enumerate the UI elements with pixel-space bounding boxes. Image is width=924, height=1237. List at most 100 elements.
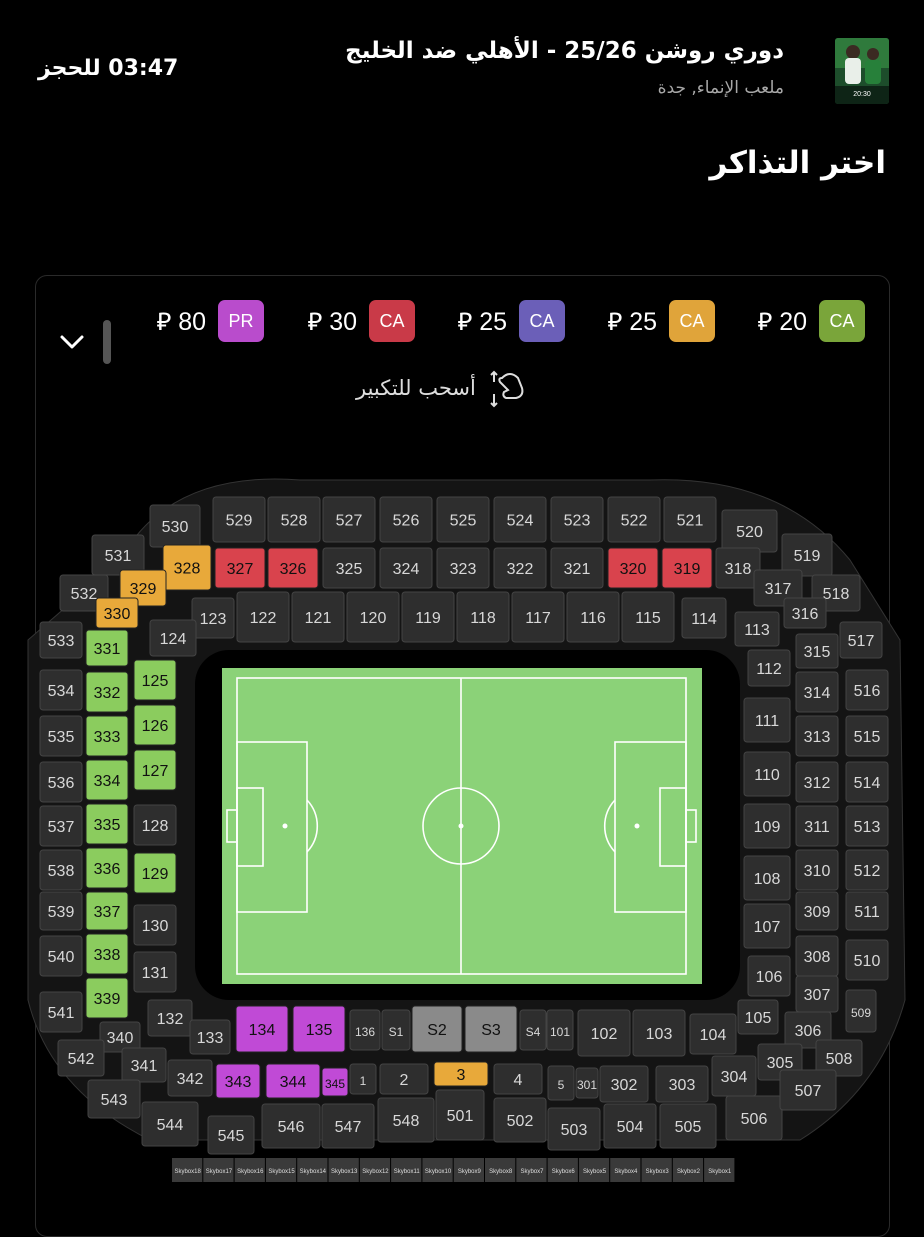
skybox-13[interactable]: Skybox13 — [328, 1158, 359, 1182]
section-135[interactable]: 135 — [292, 1005, 346, 1053]
section-label: 528 — [281, 513, 308, 530]
section-345[interactable]: 345 — [321, 1067, 349, 1097]
skybox-4[interactable]: Skybox4 — [610, 1158, 641, 1182]
section-542: 542 — [57, 1039, 105, 1077]
section-301: 301 — [575, 1067, 599, 1099]
section-335[interactable]: 335 — [85, 803, 129, 845]
section-label: 105 — [745, 1010, 772, 1027]
skybox-7[interactable]: Skybox7 — [516, 1158, 547, 1182]
section-512: 512 — [845, 849, 889, 891]
section-label: 336 — [94, 861, 121, 878]
section-label: 514 — [854, 775, 881, 792]
section-126[interactable]: 126 — [133, 704, 177, 746]
section-504: 504 — [603, 1103, 657, 1149]
skybox-1[interactable]: Skybox1 — [704, 1158, 735, 1182]
skybox-3[interactable]: Skybox3 — [641, 1158, 672, 1182]
skybox-11[interactable]: Skybox11 — [391, 1158, 422, 1182]
skybox-17[interactable]: Skybox17 — [203, 1158, 234, 1182]
section-label: 519 — [794, 548, 821, 565]
section-label: 546 — [278, 1119, 305, 1136]
skybox-label: Skybox5 — [583, 1169, 607, 1175]
section-label: 316 — [792, 606, 819, 623]
section-122: 122 — [236, 591, 290, 643]
section-label: 118 — [470, 610, 496, 627]
section-label: 342 — [177, 1071, 204, 1088]
section-label: 123 — [200, 611, 227, 628]
section-111: 111 — [743, 697, 791, 743]
section-320[interactable]: 320 — [607, 547, 659, 589]
section-510: 510 — [845, 939, 889, 981]
section-339[interactable]: 339 — [85, 977, 129, 1019]
section-337[interactable]: 337 — [85, 891, 129, 931]
section-326[interactable]: 326 — [267, 547, 319, 589]
skybox-9[interactable]: Skybox9 — [453, 1158, 484, 1182]
section-129[interactable]: 129 — [133, 852, 177, 894]
skybox-label: Skybox9 — [458, 1169, 482, 1175]
section-label: 340 — [107, 1030, 134, 1047]
section-319[interactable]: 319 — [661, 547, 713, 589]
section-330[interactable]: 330 — [95, 597, 139, 629]
section-label: 113 — [744, 622, 770, 639]
section-S1: S1 — [381, 1009, 411, 1051]
section-336[interactable]: 336 — [85, 847, 129, 889]
skybox-15[interactable]: Skybox15 — [265, 1158, 297, 1182]
section-127[interactable]: 127 — [133, 749, 177, 791]
skybox-5[interactable]: Skybox5 — [578, 1158, 610, 1182]
section-343[interactable]: 343 — [215, 1063, 261, 1099]
section-label: 507 — [795, 1083, 822, 1100]
skybox-label: Skybox2 — [677, 1169, 701, 1175]
skybox-10[interactable]: Skybox10 — [422, 1158, 453, 1182]
section-338[interactable]: 338 — [85, 933, 129, 975]
section-503: 503 — [547, 1107, 601, 1151]
skybox-18[interactable]: Skybox18 — [172, 1158, 203, 1182]
section-label: 331 — [94, 641, 121, 658]
section-label: 345 — [325, 1077, 345, 1091]
section-label: 120 — [360, 610, 387, 627]
section-3[interactable]: 3 — [433, 1061, 489, 1087]
section-label: 322 — [507, 561, 534, 578]
section-515: 515 — [845, 715, 889, 757]
section-label: 527 — [336, 513, 363, 530]
section-125[interactable]: 125 — [133, 659, 177, 701]
section-117: 117 — [511, 591, 565, 643]
section-S2[interactable]: S2 — [411, 1005, 463, 1053]
section-311: 311 — [795, 805, 839, 847]
section-label: 126 — [142, 718, 169, 735]
skybox-6[interactable]: Skybox6 — [547, 1158, 578, 1182]
section-label: 313 — [804, 729, 831, 746]
section-312: 312 — [795, 761, 839, 803]
skybox-2[interactable]: Skybox2 — [672, 1158, 704, 1182]
skybox-16[interactable]: Skybox16 — [234, 1158, 265, 1182]
section-333[interactable]: 333 — [85, 715, 129, 757]
section-327[interactable]: 327 — [214, 547, 266, 589]
section-label: 501 — [447, 1108, 474, 1125]
section-label: 332 — [94, 685, 121, 702]
section-328[interactable]: 328 — [162, 544, 212, 591]
section-523: 523 — [550, 496, 604, 543]
section-344[interactable]: 344 — [265, 1063, 321, 1099]
section-label: 330 — [104, 606, 131, 623]
section-label: 104 — [700, 1027, 727, 1044]
section-label: 303 — [669, 1077, 696, 1094]
section-334[interactable]: 334 — [85, 759, 129, 801]
section-134[interactable]: 134 — [235, 1005, 289, 1053]
section-S3[interactable]: S3 — [464, 1005, 518, 1053]
section-527: 527 — [322, 496, 376, 543]
section-332[interactable]: 332 — [85, 671, 129, 713]
skybox-label: Skybox8 — [489, 1169, 513, 1175]
section-537: 537 — [39, 805, 83, 847]
section-4: 4 — [493, 1063, 543, 1095]
section-label: 133 — [197, 1030, 224, 1047]
section-331[interactable]: 331 — [85, 629, 129, 667]
skybox-label: Skybox15 — [268, 1169, 295, 1175]
section-341: 341 — [121, 1047, 167, 1083]
skybox-14[interactable]: Skybox14 — [297, 1158, 328, 1182]
section-label: 108 — [754, 871, 781, 888]
section-108: 108 — [743, 855, 791, 901]
section-121: 121 — [291, 591, 345, 643]
section-302: 302 — [599, 1065, 649, 1103]
skybox-8[interactable]: Skybox8 — [485, 1158, 516, 1182]
section-label: 329 — [130, 581, 157, 598]
skybox-12[interactable]: Skybox12 — [359, 1158, 391, 1182]
section-132: 132 — [147, 999, 193, 1037]
